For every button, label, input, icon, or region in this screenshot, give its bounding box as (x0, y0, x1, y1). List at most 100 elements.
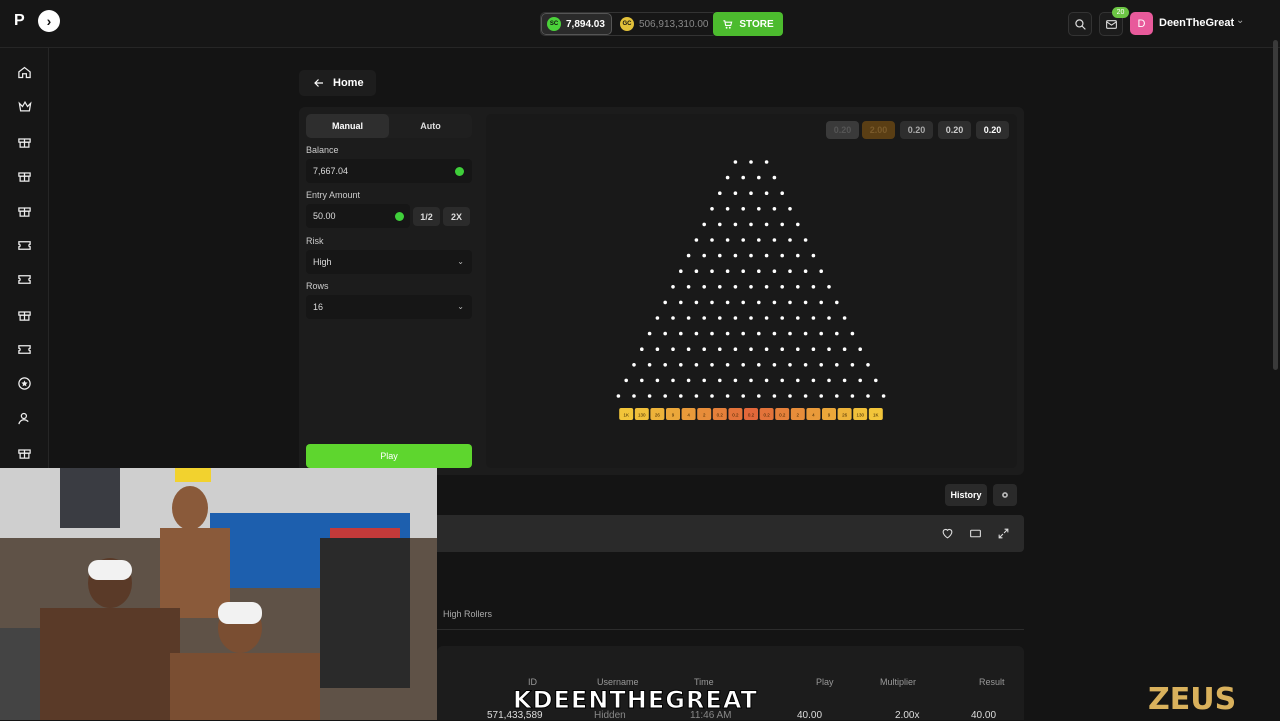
peg (757, 175, 761, 180)
peg (850, 331, 855, 336)
peg (788, 238, 792, 242)
peg (811, 378, 816, 383)
peg (749, 316, 753, 320)
fullscreen-icon[interactable] (996, 526, 1010, 540)
peg (764, 285, 769, 289)
peg (811, 253, 816, 258)
multiplier-label: 0.2 (732, 413, 739, 418)
peg (772, 269, 777, 274)
peg (780, 316, 784, 320)
peg (733, 191, 738, 195)
peg (796, 285, 800, 289)
peg (757, 207, 761, 211)
peg (725, 300, 730, 305)
peg (733, 378, 738, 383)
peg (803, 363, 808, 367)
peg (733, 316, 738, 320)
peg (772, 331, 777, 336)
peg (733, 253, 738, 258)
peg (663, 331, 667, 336)
peg (663, 300, 667, 305)
peg (718, 253, 722, 258)
peg (718, 378, 722, 383)
peg (710, 269, 714, 274)
multiplier-label: 0.2 (763, 413, 770, 418)
peg (679, 363, 683, 367)
peg (835, 331, 839, 336)
column-header-multiplier: Multiplier (880, 677, 917, 687)
peg (764, 160, 769, 164)
peg (850, 363, 855, 367)
peg (718, 191, 722, 195)
peg (819, 269, 823, 274)
peg (866, 363, 870, 367)
peg (733, 347, 738, 352)
peg (772, 238, 777, 242)
peg (788, 207, 792, 211)
peg (749, 378, 753, 383)
history-button[interactable]: History (945, 484, 987, 506)
peg (671, 347, 675, 352)
peg (796, 316, 800, 320)
peg (741, 207, 745, 211)
peg (710, 331, 714, 336)
peg (764, 222, 769, 227)
peg (663, 394, 667, 398)
settings-button[interactable] (993, 484, 1017, 506)
peg (749, 222, 753, 227)
multiplier-label: 0.2 (748, 413, 755, 418)
peg (780, 378, 784, 383)
peg (632, 363, 636, 367)
peg (671, 316, 675, 320)
peg (772, 363, 777, 367)
peg (702, 378, 706, 383)
peg (772, 207, 777, 211)
tab-high-rollers[interactable]: High Rollers (443, 609, 492, 619)
peg (772, 175, 777, 180)
peg (757, 238, 761, 242)
peg (702, 316, 706, 320)
webcam-overlay (0, 468, 437, 720)
peg (718, 222, 722, 227)
peg (686, 378, 691, 383)
peg (741, 269, 745, 274)
peg (710, 363, 714, 367)
multiplier-label: 130 (638, 413, 646, 418)
peg (710, 238, 714, 242)
peg (725, 331, 730, 336)
peg (780, 285, 784, 289)
peg (772, 394, 777, 398)
peg (702, 347, 706, 352)
peg (694, 238, 699, 242)
peg (819, 300, 823, 305)
gear-icon (1002, 492, 1008, 498)
peg (788, 331, 792, 336)
peg (757, 363, 761, 367)
peg (788, 269, 792, 274)
peg (749, 347, 753, 352)
peg (686, 285, 691, 289)
peg (663, 363, 667, 367)
peg (694, 331, 699, 336)
peg (640, 347, 644, 352)
peg (702, 253, 706, 258)
cell-result: 40.00 (971, 710, 997, 721)
heart-icon[interactable] (940, 526, 954, 540)
peg (679, 300, 683, 305)
peg (749, 191, 753, 195)
peg (757, 269, 761, 274)
peg (725, 238, 730, 242)
peg (803, 331, 808, 336)
peg (780, 347, 784, 352)
peg (741, 238, 745, 242)
peg (647, 394, 652, 398)
peg (702, 285, 706, 289)
peg (827, 378, 831, 383)
peg (741, 363, 745, 367)
peg (780, 253, 784, 258)
peg (842, 316, 847, 320)
peg (819, 394, 823, 398)
theater-mode-icon[interactable] (968, 526, 982, 540)
peg (725, 207, 730, 211)
peg (819, 331, 823, 336)
